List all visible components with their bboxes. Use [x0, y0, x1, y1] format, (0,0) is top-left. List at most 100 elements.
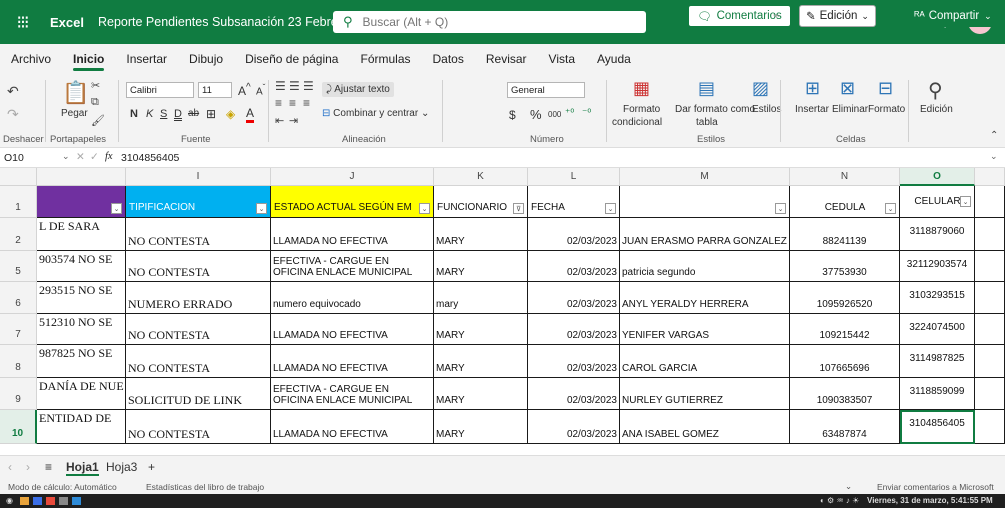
tab-inicio[interactable]: Inicio — [62, 44, 115, 74]
next-sheet-icon[interactable]: › — [26, 460, 30, 474]
cell-fecha[interactable]: 02/03/2023 — [528, 410, 620, 444]
cell-h[interactable]: 293515 NO SE — [37, 282, 126, 314]
cell-tipificacion[interactable]: NUMERO ERRADO — [126, 282, 271, 314]
tab-formulas[interactable]: Fórmulas — [349, 44, 421, 74]
search-input[interactable] — [362, 15, 603, 29]
conditional-format-label-2[interactable]: condicional — [612, 117, 662, 128]
cell-funcionario[interactable]: MARY — [434, 218, 528, 251]
add-sheet-button[interactable]: + — [148, 460, 155, 474]
column-header-k[interactable]: K — [434, 168, 528, 186]
decrease-indent-icon[interactable]: ⇤ — [275, 114, 284, 127]
fill-color-icon[interactable]: ◈ — [226, 107, 235, 121]
header-cell-tipificacion[interactable]: TIPIFICACION ⌄ — [126, 186, 271, 218]
tab-ayuda[interactable]: Ayuda — [586, 44, 642, 74]
cell-fecha[interactable]: 02/03/2023 — [528, 378, 620, 410]
row-header-5[interactable]: 5 — [0, 251, 37, 282]
cell-nombre[interactable]: YENIFER VARGAS — [620, 314, 790, 345]
cell-p[interactable] — [975, 314, 1005, 345]
cell-cedula[interactable]: 63487874 — [790, 410, 900, 444]
column-header-p[interactable] — [975, 168, 1005, 186]
row-header-7[interactable]: 7 — [0, 314, 37, 345]
cell-celular[interactable]: 32112903574 — [900, 251, 975, 282]
cell-p[interactable] — [975, 410, 1005, 444]
format-as-table-label-1[interactable]: Dar formato como — [675, 104, 755, 115]
header-cell-estado[interactable]: ESTADO ACTUAL SEGÚN EM ⌄ — [271, 186, 434, 218]
collapse-ribbon-icon[interactable]: ⌃ — [990, 130, 998, 141]
cell-styles-label[interactable]: Estilos — [752, 104, 781, 115]
align-right-icon[interactable]: ≡ — [303, 96, 310, 110]
delete-cells-icon[interactable]: ⊠ — [840, 78, 855, 99]
increase-indent-icon[interactable]: ⇥ — [289, 114, 298, 127]
share-button[interactable]: ᴿᴬ Compartir ⌄ — [904, 5, 1002, 27]
delete-cells-label[interactable]: Eliminar — [832, 104, 868, 115]
cell-estado[interactable]: EFECTIVA - CARGUE EN OFICINA ENLACE MUNI… — [271, 251, 434, 282]
cell-cedula[interactable]: 88241139 — [790, 218, 900, 251]
grow-font-icon[interactable]: A^ — [238, 82, 251, 98]
taskbar-app-icon[interactable] — [59, 497, 68, 505]
cell-tipificacion[interactable]: NO CONTESTA — [126, 314, 271, 345]
cell-p[interactable] — [975, 345, 1005, 378]
paste-icon[interactable]: 📋 — [62, 80, 89, 106]
cell-h[interactable]: 903574 NO SE — [37, 251, 126, 282]
header-cell-fecha[interactable]: FECHA ⌄ — [528, 186, 620, 218]
column-header-i[interactable]: I — [126, 168, 271, 186]
cell-fecha[interactable]: 02/03/2023 — [528, 251, 620, 282]
align-center-icon[interactable]: ≡ — [289, 96, 296, 110]
cell-h[interactable]: ENTIDAD DE — [37, 410, 126, 444]
cell-nombre[interactable]: NURLEY GUTIERREZ — [620, 378, 790, 410]
header-cell-cedula[interactable]: CEDULA ⌄ — [790, 186, 900, 218]
merge-center-button[interactable]: ⊟ Combinar y centrar ⌄ — [322, 108, 429, 119]
system-tray-icons[interactable]: ◐ ⚙ ♒ ♪ ☀ — [820, 496, 859, 505]
font-color-icon[interactable]: A — [246, 106, 255, 123]
row-header-2[interactable]: 2 — [0, 218, 37, 251]
cell-estado[interactable]: LLAMADA NO EFECTIVA — [271, 410, 434, 444]
select-all-corner[interactable] — [0, 168, 37, 186]
tab-dibujo[interactable]: Dibujo — [178, 44, 234, 74]
tab-archivo[interactable]: Archivo — [0, 44, 62, 74]
cell-celular[interactable]: 3114987825 — [900, 345, 975, 378]
row-header-1[interactable]: 1 — [0, 186, 37, 218]
start-icon[interactable]: ◉ — [6, 496, 13, 505]
app-launcher-icon[interactable]: ⁝⁝⁝ — [0, 0, 44, 44]
cell-tipificacion[interactable]: NO CONTESTA — [126, 218, 271, 251]
row-header-6[interactable]: 6 — [0, 282, 37, 314]
align-top-icon[interactable]: ☰ — [275, 79, 286, 93]
cell-estado[interactable]: LLAMADA NO EFECTIVA — [271, 345, 434, 378]
column-header-m[interactable]: M — [620, 168, 790, 186]
filter-dropdown-icon[interactable]: ⌄ — [885, 203, 896, 214]
percent-format-button[interactable]: % — [530, 107, 542, 122]
cell-p[interactable] — [975, 378, 1005, 410]
cell-tipificacion[interactable]: NO CONTESTA — [126, 251, 271, 282]
editing-group-label[interactable]: Edición — [920, 104, 953, 115]
wrap-text-button[interactable]: ⤸ Ajustar texto — [322, 82, 394, 97]
search-box[interactable]: ⚲ — [333, 11, 646, 33]
editing-search-icon[interactable]: ⚲ — [928, 78, 943, 103]
redo-icon[interactable]: ↷ — [7, 106, 19, 123]
cell-cedula[interactable]: 37753930 — [790, 251, 900, 282]
conditional-format-label-1[interactable]: Formato — [623, 104, 660, 115]
cell-funcionario[interactable]: MARY — [434, 345, 528, 378]
format-painter-icon[interactable]: 🖌 — [91, 114, 105, 127]
paste-button-label[interactable]: Pegar — [61, 108, 88, 119]
taskbar-app-icon[interactable] — [46, 497, 55, 505]
cell-nombre[interactable]: ANA ISABEL GOMEZ — [620, 410, 790, 444]
header-cell-funcionario[interactable]: FUNCIONARIO ⊽ — [434, 186, 528, 218]
row-header-8[interactable]: 8 — [0, 345, 37, 378]
cell-tipificacion[interactable]: NO CONTESTA — [126, 345, 271, 378]
filter-dropdown-icon[interactable]: ⌄ — [256, 203, 267, 214]
insert-function-icon[interactable]: fx — [105, 151, 113, 162]
cell-estado[interactable]: LLAMADA NO EFECTIVA — [271, 218, 434, 251]
cell-styles-icon[interactable]: ▨ — [752, 78, 769, 99]
align-bottom-icon[interactable]: ☰ — [303, 79, 314, 93]
filter-active-icon[interactable]: ⊽ — [513, 203, 524, 214]
cell-cedula[interactable]: 107665696 — [790, 345, 900, 378]
name-box[interactable]: O10 — [4, 152, 24, 164]
conditional-format-icon[interactable]: ▦ — [633, 78, 650, 99]
cell-funcionario[interactable]: mary — [434, 282, 528, 314]
insert-cells-label[interactable]: Insertar — [795, 104, 829, 115]
tab-diseno-pagina[interactable]: Diseño de página — [234, 44, 349, 74]
cell-funcionario[interactable]: MARY — [434, 410, 528, 444]
feedback-link[interactable]: Enviar comentarios a Microsoft — [877, 482, 994, 492]
format-cells-label[interactable]: Formato — [868, 104, 905, 115]
prev-sheet-icon[interactable]: ‹ — [8, 460, 12, 474]
